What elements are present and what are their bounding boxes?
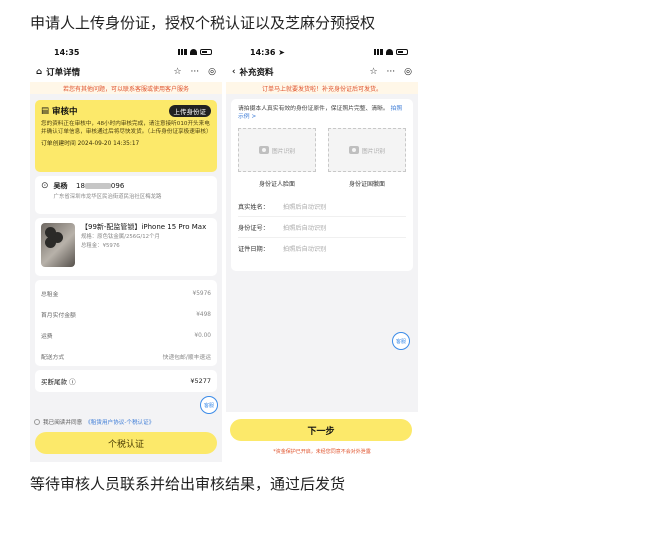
product-title: 【99新-配监管锁】iPhone 15 Pro Max: [81, 223, 207, 231]
fee-row: 总租金 ¥5976: [41, 290, 211, 299]
supplement-info-screenshot: 14:36 ➤ ‹ 补充资料 ☆ ··· ◎ 订单马上就要发货啦！补充身份证后可…: [226, 42, 418, 462]
signal-icon: [178, 49, 187, 55]
upload-tip: 请拍摄本人真实有效的身份证原件，保证照片完整、清晰。: [238, 106, 389, 112]
id-front-caption: 身份证人脸面: [258, 181, 295, 188]
payoff-value: ¥5277: [190, 377, 211, 385]
status-title: 审核中: [52, 107, 78, 117]
home-icon[interactable]: ⌂: [36, 67, 42, 77]
product-card[interactable]: 【99新-配监管锁】iPhone 15 Pro Max 规格：原色钛金属/256…: [35, 218, 217, 276]
wifi-icon: [190, 49, 197, 55]
id-back-caption: 身份证国徽面: [348, 181, 385, 188]
id-number-field[interactable]: 身份证号： 拍照后自动识别: [238, 217, 406, 238]
fee-row: 首月实付金额 ¥498: [41, 311, 211, 320]
battery-icon: [200, 49, 212, 55]
more-icon[interactable]: ···: [387, 67, 396, 77]
agreement-row[interactable]: 我已阅读并同意 《租赁用户协议-个税认证》: [34, 418, 154, 426]
recipient-name: 吴杨: [53, 182, 68, 190]
order-time: 订单创建时间 2024-09-20 14:35:17: [41, 141, 140, 147]
fee-row: 配送方式 快递包邮/顺丰速运: [41, 355, 211, 361]
next-step-button[interactable]: 下一步: [230, 419, 412, 441]
nav-bar: ‹ 补充资料 ☆ ··· ◎: [226, 62, 418, 82]
camera-icon: [348, 146, 359, 154]
phone-suffix: 096: [110, 182, 125, 190]
id-back-upload[interactable]: 图片识别 身份证国徽面: [328, 128, 406, 188]
nav-title: 订单详情: [46, 68, 81, 78]
address-line: 广东省深圳市龙华区民治街道民治社区梅龙路: [53, 194, 162, 200]
favorite-icon[interactable]: ☆: [369, 67, 377, 77]
review-status-card: ▤ 审核中 上传身份证 您的资料正在审核中，48小时内审核完成，请注意接听010…: [35, 100, 217, 172]
location-icon: ⊙: [41, 181, 49, 191]
tax-auth-button[interactable]: 个税认证: [35, 432, 217, 454]
name-field[interactable]: 真实姓名： 拍照后自动识别: [238, 196, 406, 217]
id-upload-card: 请拍摄本人真实有效的身份证原件，保证照片完整、清晰。 拍照示例 > 图片识别 身…: [231, 99, 413, 271]
nav-bar: ⌂ 订单详情 ☆ ··· ◎: [30, 62, 222, 82]
nav-title: 补充资料: [239, 68, 274, 78]
battery-icon: [396, 49, 408, 55]
page-heading: 申请人上传身份证，授权个税认证以及芝麻分预授权: [30, 14, 376, 32]
fee-row: 运费 ¥0.00: [41, 332, 211, 341]
notice-banner: 订单马上就要发货啦！补充身份证后可发货。: [226, 82, 418, 94]
doc-icon: ▤: [41, 106, 50, 116]
id-date-field[interactable]: 证件日期： 拍照后自动识别: [238, 238, 406, 259]
agree-text: 我已阅读并同意: [43, 420, 83, 426]
status-time: 14:35: [54, 47, 80, 57]
status-bar: 14:36 ➤: [226, 42, 418, 62]
close-target-icon[interactable]: ◎: [404, 67, 412, 77]
customer-service-icon[interactable]: 客服: [392, 332, 410, 350]
product-price: 总租金：¥5976: [81, 243, 120, 249]
signal-icon: [374, 49, 383, 55]
favorite-icon[interactable]: ☆: [173, 67, 181, 77]
customer-service-icon[interactable]: 客服: [200, 396, 218, 414]
footer-caption: 等待审核人员联系并给出审核结果，通过后发货: [30, 475, 346, 493]
order-detail-screenshot: 14:35 ⌂ 订单详情 ☆ ··· ◎ 若您有其他问题，可以联系客服或使用客户…: [30, 42, 222, 462]
upload-id-button[interactable]: 上传身份证: [168, 105, 211, 117]
status-text: 您的资料正在审核中，48小时内审核完成，请注意接听010开头来电并确认订单信息，…: [41, 121, 212, 135]
notice-banner: 若您有其他问题，可以联系客服或使用客户服务: [30, 82, 222, 94]
address-card[interactable]: ⊙ 吴杨 18 096 广东省深圳市龙华区民治街道民治社区梅龙路: [35, 176, 217, 214]
safety-note: *资金保护已开启，未经您同意不会对外泄露: [273, 449, 371, 455]
back-icon[interactable]: ‹: [232, 67, 236, 77]
payoff-label: 买断尾款 ⓘ: [41, 378, 76, 386]
fee-card: 总租金 ¥5976 首月实付金额 ¥498 运费 ¥0.00 配送方式 快递包邮/顺丰速…: [35, 280, 217, 366]
agreement-link[interactable]: 《租赁用户协议-个税认证》: [85, 418, 154, 426]
product-image: [41, 223, 75, 267]
camera-icon: [258, 146, 269, 154]
status-time: 14:36 ➤: [250, 47, 285, 57]
agree-radio[interactable]: [34, 419, 40, 425]
close-target-icon[interactable]: ◎: [208, 67, 216, 77]
product-spec: 规格：原色钛金属/256G/12个月: [81, 234, 160, 240]
id-front-upload[interactable]: 图片识别 身份证人脸面: [238, 128, 316, 188]
wifi-icon: [386, 49, 393, 55]
more-icon[interactable]: ···: [191, 67, 200, 77]
status-bar: 14:35: [30, 42, 222, 62]
payoff-row: 买断尾款 ⓘ ¥5277: [35, 370, 217, 392]
